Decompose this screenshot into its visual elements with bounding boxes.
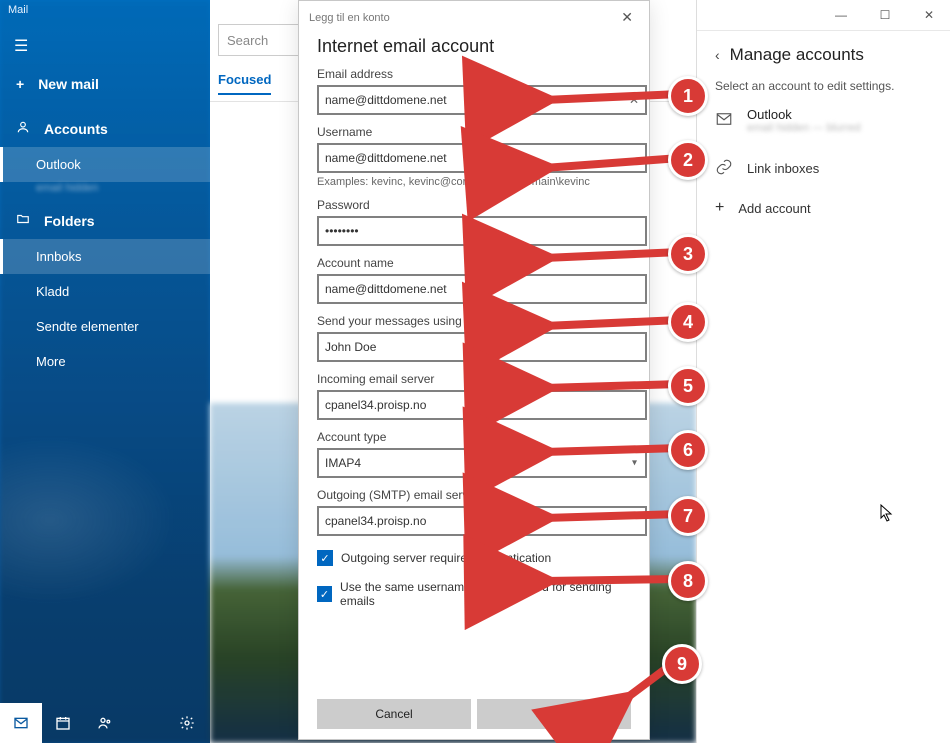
annotation-number: 2 [668,140,708,180]
annotation-7: 7 [668,496,708,536]
viewport: Mail ☰ + New mail Accounts Outlook email… [0,0,950,743]
annotation-6: 6 [668,430,708,470]
annotation-5: 5 [668,366,708,406]
annotation-4: 4 [668,302,708,342]
annotation-number: 6 [668,430,708,470]
annotation-arrows [0,0,950,743]
annotation-number: 9 [662,644,702,684]
annotation-9: 9 [662,644,702,684]
annotation-number: 8 [668,561,708,601]
annotation-3: 3 [668,234,708,274]
annotation-1: 1 [668,76,708,116]
mouse-cursor-icon [880,504,894,525]
annotation-number: 3 [668,234,708,274]
annotation-number: 1 [668,76,708,116]
annotation-8: 8 [668,561,708,601]
annotation-number: 4 [668,302,708,342]
annotation-number: 7 [668,496,708,536]
annotation-2: 2 [668,140,708,180]
annotation-number: 5 [668,366,708,406]
